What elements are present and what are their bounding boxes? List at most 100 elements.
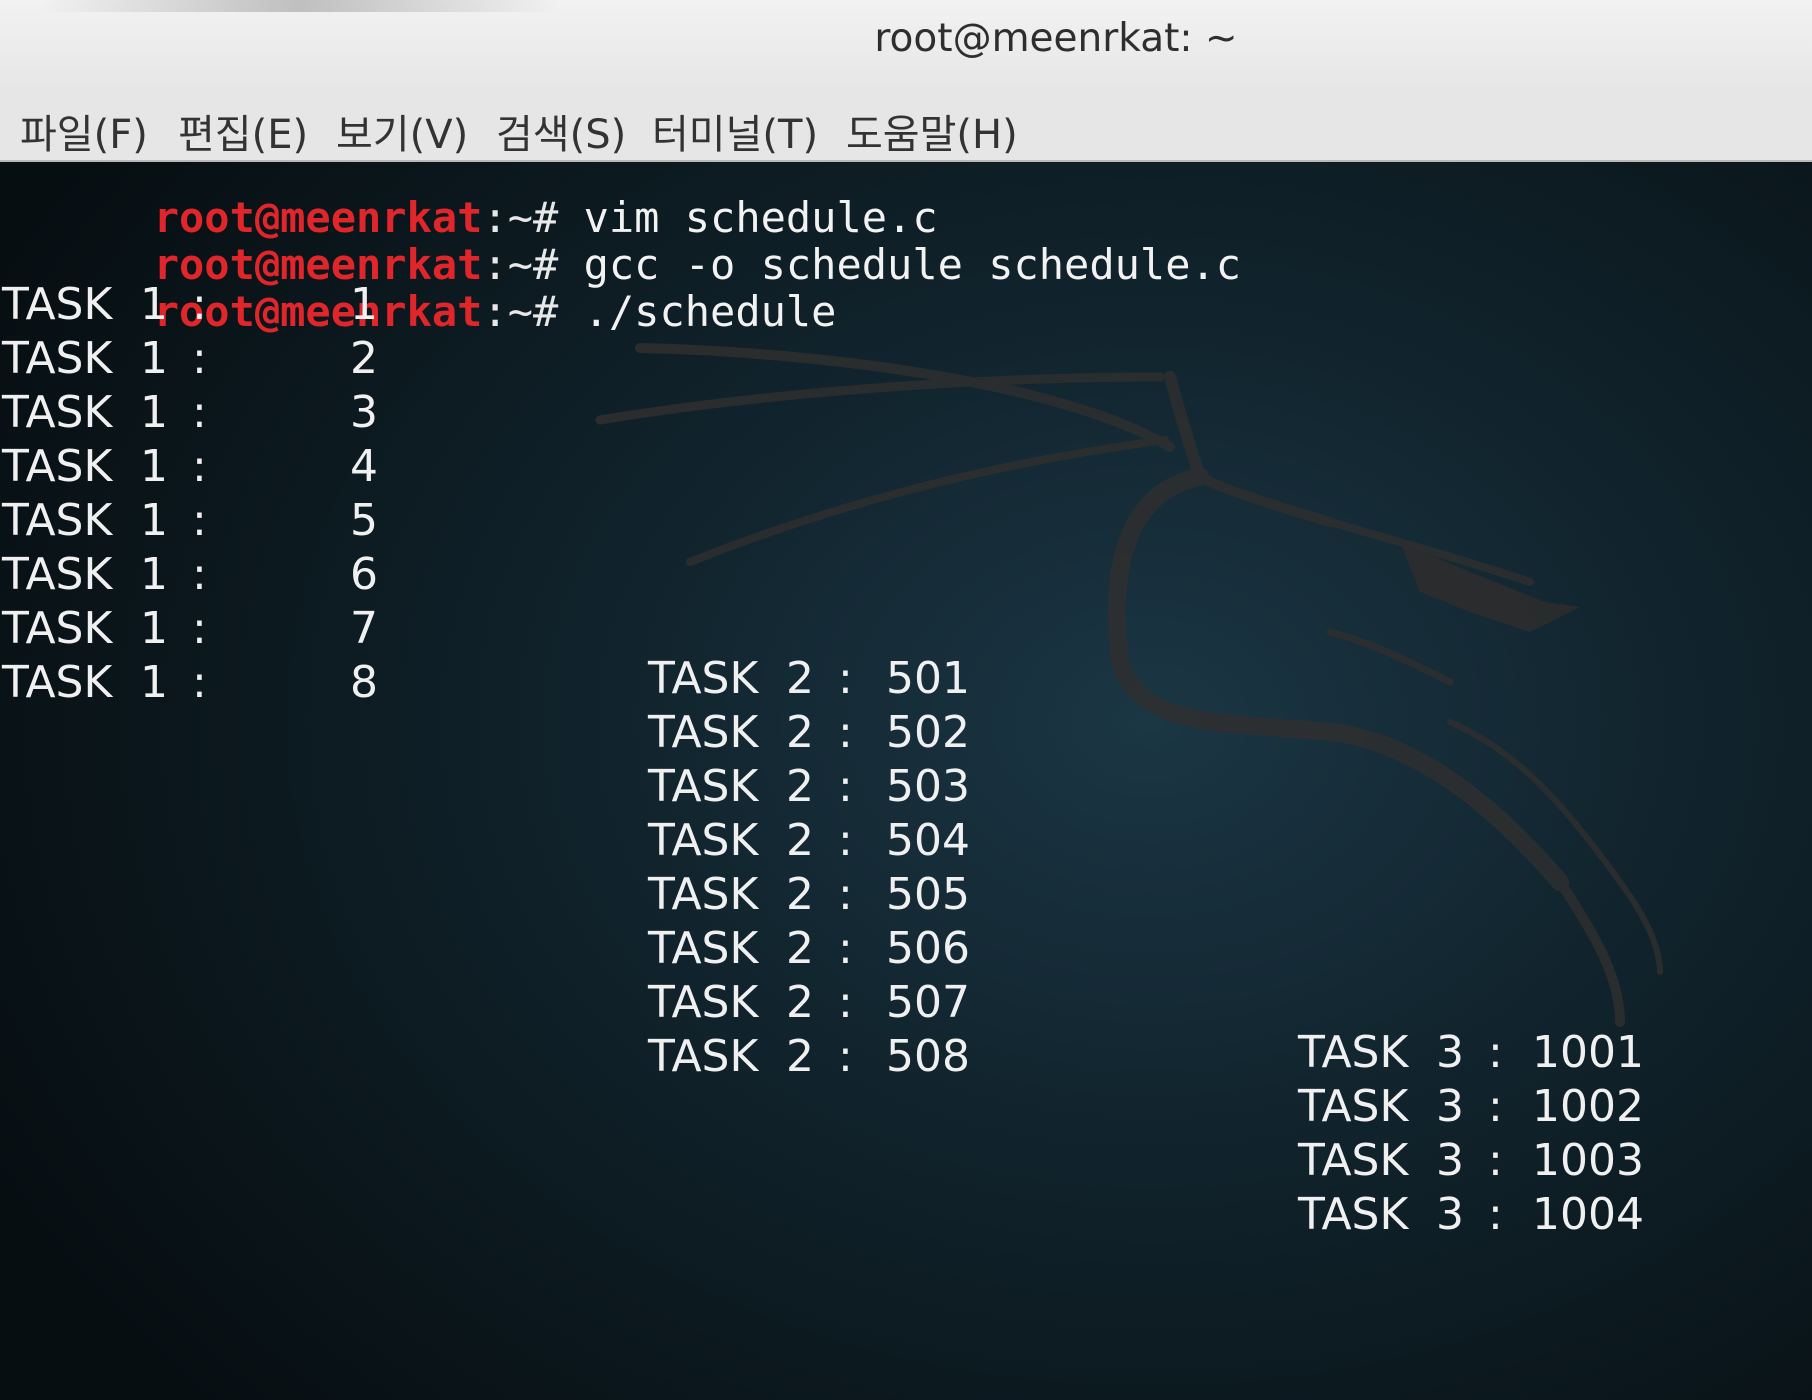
task-number: 1 [140, 387, 168, 438]
task-value: 507 [886, 977, 970, 1028]
terminal-area[interactable]: root@meenrkat:~# vim schedule.c root@mee… [0, 162, 1812, 1400]
task-label: TASK [2, 603, 113, 654]
task-label: TASK [2, 279, 113, 330]
task-number: 3 [1436, 1027, 1464, 1078]
task1-output-line: TASK 1: 5 [2, 494, 388, 548]
task-number: 2 [786, 815, 814, 866]
task-label: TASK [648, 1031, 759, 1082]
task-value: 7 [350, 603, 378, 654]
menu-edit[interactable]: 편집(E) [178, 102, 308, 160]
task-value: 503 [886, 761, 970, 812]
task1-output-line: TASK 1: 6 [2, 548, 388, 602]
task-label: TASK [648, 923, 759, 974]
task-number: 1 [140, 333, 168, 384]
task-number: 1 [140, 603, 168, 654]
task-colon: : [192, 279, 207, 330]
task-value: 502 [886, 707, 970, 758]
menu-terminal[interactable]: 터미널(T) [652, 102, 818, 160]
task-label: TASK [2, 387, 113, 438]
task-number: 2 [786, 869, 814, 920]
task-label: TASK [1298, 1189, 1409, 1240]
task1-output-line: TASK 1:1 [2, 278, 388, 332]
task-value: 501 [886, 653, 970, 704]
task-number: 3 [1436, 1189, 1464, 1240]
task3-output-line: TASK 3:1004 [1298, 1188, 1654, 1242]
task-number: 1 [140, 495, 168, 546]
menu-file[interactable]: 파일(F) [20, 102, 148, 160]
task-number: 3 [1436, 1135, 1464, 1186]
task-number: 2 [786, 923, 814, 974]
task-number: 1 [140, 549, 168, 600]
task-value: 3 [350, 387, 378, 438]
task-label: TASK [2, 549, 113, 600]
task1-output-line: TASK 1: 7 [2, 602, 388, 656]
menu-bar: 파일(F) 편집(E) 보기(V) 검색(S) 터미널(T) 도움말(H) [0, 92, 1812, 162]
task1-output-line: TASK 1: 4 [2, 440, 388, 494]
task-number: 1 [140, 657, 168, 708]
task-value: 1001 [1532, 1027, 1644, 1078]
menu-help[interactable]: 도움말(H) [846, 102, 1018, 160]
task3-output-line: TASK 3:1002 [1298, 1080, 1654, 1134]
task-colon: : [192, 333, 207, 384]
task-value: 5 [350, 495, 378, 546]
task3-output-line: TASK 3:1003 [1298, 1134, 1654, 1188]
task-label: TASK [1298, 1081, 1409, 1132]
command-text: ./schedule [583, 287, 837, 336]
task-label: TASK [648, 653, 759, 704]
task2-output-line: TASK 2:503 [648, 760, 980, 814]
task-label: TASK [648, 707, 759, 758]
task-value: 4 [350, 441, 378, 492]
prompt-separator: : [482, 287, 508, 336]
task2-output-line: TASK 2:508 [648, 1030, 980, 1084]
task-value: 1003 [1532, 1135, 1644, 1186]
task-number: 3 [1436, 1081, 1464, 1132]
task-number: 2 [786, 761, 814, 812]
task-label: TASK [2, 495, 113, 546]
task-colon: : [192, 657, 207, 708]
task-value: 504 [886, 815, 970, 866]
task-colon: : [192, 495, 207, 546]
task-colon: : [192, 387, 207, 438]
task-label: TASK [1298, 1027, 1409, 1078]
task-label: TASK [1298, 1135, 1409, 1186]
task-label: TASK [2, 333, 113, 384]
task-colon: : [1488, 1027, 1503, 1078]
task3-output-line: TASK 3:1001 [1298, 1026, 1654, 1080]
task1-output-line: TASK 1: 2 [2, 332, 388, 386]
task-colon: : [1488, 1189, 1503, 1240]
title-bar[interactable]: root@meenrkat: ~ [0, 0, 1812, 92]
task2-output-line: TASK 2:501 [648, 652, 980, 706]
task2-output-line: TASK 2:506 [648, 922, 980, 976]
task-value: 505 [886, 869, 970, 920]
task-value: 8 [350, 657, 378, 708]
window-title: root@meenrkat: ~ [874, 16, 1238, 61]
task-number: 2 [786, 653, 814, 704]
task-value: 1002 [1532, 1081, 1644, 1132]
task-number: 1 [140, 441, 168, 492]
task-value: 506 [886, 923, 970, 974]
task-colon: : [192, 603, 207, 654]
title-bar-highlight [40, 0, 560, 12]
task-value: 1004 [1532, 1189, 1644, 1240]
task-label: TASK [2, 657, 113, 708]
task-label: TASK [648, 869, 759, 920]
task-value: 508 [886, 1031, 970, 1082]
task-number: 2 [786, 1031, 814, 1082]
task2-output-line: TASK 2:502 [648, 706, 980, 760]
task1-output-line: TASK 1: 3 [2, 386, 388, 440]
task1-output-line: TASK 1: 8 [2, 656, 388, 710]
task-colon: : [1488, 1135, 1503, 1186]
task-colon: : [192, 549, 207, 600]
task-label: TASK [648, 977, 759, 1028]
task-colon: : [192, 441, 207, 492]
task2-output-line: TASK 2:504 [648, 814, 980, 868]
menu-search[interactable]: 검색(S) [496, 102, 626, 160]
task-label: TASK [648, 815, 759, 866]
task-value: 2 [350, 333, 378, 384]
task-number: 1 [140, 279, 168, 330]
task2-output-line: TASK 2:505 [648, 868, 980, 922]
menu-view[interactable]: 보기(V) [336, 102, 468, 160]
prompt-path: ~# [507, 287, 584, 336]
task-colon: : [1488, 1081, 1503, 1132]
task2-output-line: TASK 2:507 [648, 976, 980, 1030]
